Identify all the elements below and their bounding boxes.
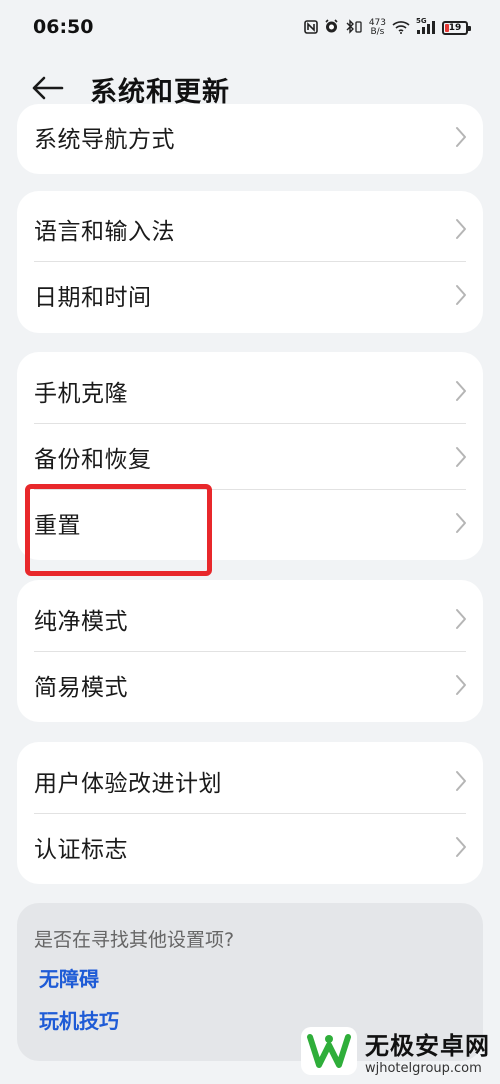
- suggestion-link-accessibility[interactable]: 无障碍: [39, 963, 99, 992]
- settings-item-label: 语言和输入法: [34, 219, 175, 245]
- status-time: 06:50: [33, 16, 94, 38]
- chevron-right-icon: [456, 837, 466, 857]
- watermark-texts: 无极安卓网 wjhotelgroup.com: [365, 1026, 490, 1076]
- settings-item-label: 简易模式: [34, 675, 128, 701]
- chevron-right-icon: [456, 127, 466, 147]
- chevron-right-icon: [456, 447, 466, 467]
- back-arrow-icon: [32, 76, 64, 100]
- settings-group-modes: 纯净模式 简易模式: [17, 580, 483, 722]
- settings-item-certification[interactable]: 认证标志: [17, 814, 483, 880]
- watermark-name: 无极安卓网: [365, 1032, 490, 1060]
- highlight-box: [25, 484, 212, 576]
- chevron-right-icon: [456, 771, 466, 791]
- settings-item-simple-mode[interactable]: 简易模式: [17, 652, 483, 718]
- settings-item-language-input[interactable]: 语言和输入法: [17, 196, 483, 262]
- settings-item-label: 备份和恢复: [34, 447, 152, 473]
- back-button-overlay[interactable]: [30, 70, 70, 106]
- chevron-right-icon: [456, 675, 466, 695]
- status-icons: 473 B/s 5G 19: [304, 17, 471, 39]
- settings-item-pure-mode[interactable]: 纯净模式: [17, 586, 483, 652]
- cellular-signal-icon: 5G: [416, 17, 436, 37]
- settings-item-backup-restore[interactable]: 备份和恢复: [17, 424, 483, 490]
- nfc-icon: [304, 19, 318, 37]
- network-speed: 473 B/s: [368, 18, 386, 37]
- settings-item-date-time[interactable]: 日期和时间: [17, 262, 483, 328]
- page-title-overlay: 系统和更新: [90, 77, 230, 108]
- suggestions-question: 是否在寻找其他设置项?: [34, 929, 235, 951]
- settings-group-language: 语言和输入法 日期和时间: [17, 191, 483, 333]
- wifi-icon: [392, 20, 410, 37]
- suggestion-link-tips[interactable]: 玩机技巧: [39, 1005, 119, 1034]
- watermark-logo-icon: [301, 1027, 357, 1075]
- settings-item-label: 用户体验改进计划: [34, 771, 222, 797]
- settings-group-about: 用户体验改进计划 认证标志: [17, 742, 483, 884]
- watermark: 无极安卓网 wjhotelgroup.com: [301, 1026, 490, 1076]
- alarm-icon: [324, 19, 339, 37]
- bluetooth-battery-icon: [345, 19, 363, 37]
- chevron-right-icon: [456, 381, 466, 401]
- settings-item-label: 纯净模式: [34, 609, 128, 635]
- settings-item-label: 手机克隆: [34, 381, 128, 407]
- app-header-overlay: 系统和更新: [0, 56, 500, 122]
- watermark-url: wjhotelgroup.com: [365, 1061, 482, 1076]
- status-bar: 06:50 473 B/s 5G 19: [0, 0, 500, 56]
- settings-item-phone-clone[interactable]: 手机克隆: [17, 358, 483, 424]
- chevron-right-icon: [456, 609, 466, 629]
- settings-item-label: 系统导航方式: [34, 127, 175, 153]
- chevron-right-icon: [456, 219, 466, 239]
- settings-item-user-experience[interactable]: 用户体验改进计划: [17, 748, 483, 814]
- battery-icon: 19: [442, 21, 471, 35]
- settings-item-label: 认证标志: [34, 837, 128, 863]
- chevron-right-icon: [456, 285, 466, 305]
- settings-item-label: 日期和时间: [34, 285, 152, 311]
- chevron-right-icon: [456, 513, 466, 533]
